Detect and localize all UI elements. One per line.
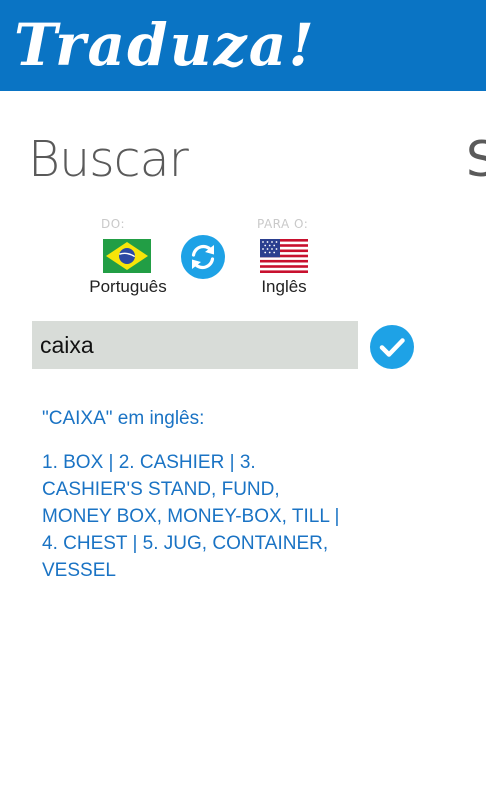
checkmark-icon — [379, 338, 405, 357]
usa-flag-icon[interactable] — [260, 239, 308, 273]
source-lang-name[interactable]: Português — [78, 277, 178, 297]
refresh-swap-icon — [191, 244, 215, 270]
app-logo: Traduza! — [14, 11, 316, 79]
target-lang-caption: PARA O: — [257, 217, 309, 231]
page-title: Buscar — [28, 131, 189, 188]
result-heading: "CAIXA" em inglês: — [42, 408, 205, 429]
source-lang-caption: DO: — [101, 217, 126, 231]
target-lang-name[interactable]: Inglês — [234, 277, 334, 297]
search-input[interactable] — [32, 321, 358, 369]
swap-languages-button[interactable] — [181, 235, 225, 279]
next-page-title-peek[interactable]: S — [466, 128, 486, 192]
app-header: Traduza! — [0, 0, 486, 91]
brazil-flag-icon[interactable] — [103, 239, 151, 273]
search-confirm-button[interactable] — [370, 325, 414, 369]
result-translations: 1. BOX | 2. CASHIER | 3. CASHIER'S STAND… — [42, 452, 340, 581]
